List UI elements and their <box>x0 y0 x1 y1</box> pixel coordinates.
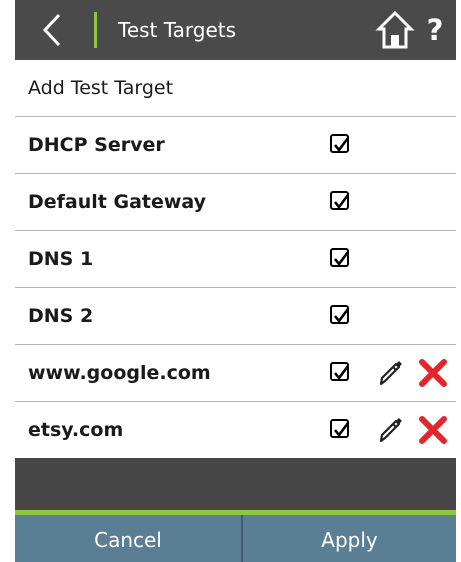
list-item: DNS 2 <box>15 288 456 345</box>
empty-list-area <box>15 458 456 510</box>
checkmark-icon <box>333 251 350 267</box>
target-label: etsy.com <box>28 419 124 441</box>
list-item: www.google.com <box>15 345 456 402</box>
delete-button[interactable] <box>418 415 448 445</box>
edit-button[interactable] <box>375 358 405 388</box>
header-divider <box>94 12 97 48</box>
target-label: Default Gateway <box>28 191 207 213</box>
chevron-left-icon <box>42 13 61 47</box>
app-screen: Test Targets ? Add Test Target DHCP Serv… <box>15 0 456 562</box>
checkmark-icon <box>333 137 350 153</box>
home-icon <box>375 10 415 49</box>
target-checkbox[interactable] <box>330 134 350 153</box>
target-label: DNS 1 <box>28 248 94 270</box>
target-label: DNS 2 <box>28 305 94 327</box>
pencil-icon <box>379 361 402 386</box>
list-item: DHCP Server <box>15 117 456 174</box>
target-checkbox[interactable] <box>330 248 350 267</box>
footer-bar: Cancel Apply <box>15 515 456 562</box>
pencil-icon <box>379 418 402 443</box>
apply-button[interactable]: Apply <box>243 515 456 562</box>
checkmark-icon <box>333 194 350 210</box>
checkmark-icon <box>333 365 350 381</box>
target-label: DHCP Server <box>28 134 165 156</box>
checkmark-icon <box>333 308 350 324</box>
target-checkbox[interactable] <box>330 305 350 324</box>
list-item: Default Gateway <box>15 174 456 231</box>
add-test-target-row[interactable]: Add Test Target <box>15 60 456 117</box>
target-checkbox[interactable] <box>330 362 350 381</box>
home-button[interactable] <box>375 10 415 50</box>
list-item: etsy.com <box>15 402 456 459</box>
close-icon <box>419 359 447 387</box>
back-button[interactable] <box>35 12 75 48</box>
close-icon <box>419 416 447 444</box>
list-item: DNS 1 <box>15 231 456 288</box>
target-label: www.google.com <box>28 362 211 384</box>
delete-button[interactable] <box>418 358 448 388</box>
header-bar: Test Targets ? <box>15 0 456 60</box>
help-button[interactable]: ? <box>422 10 448 50</box>
target-checkbox[interactable] <box>330 419 350 438</box>
cancel-button[interactable]: Cancel <box>15 515 241 562</box>
target-checkbox[interactable] <box>330 191 350 210</box>
page-title: Test Targets <box>118 18 237 42</box>
add-test-target-label: Add Test Target <box>28 77 174 99</box>
checkmark-icon <box>333 422 350 438</box>
edit-button[interactable] <box>375 415 405 445</box>
